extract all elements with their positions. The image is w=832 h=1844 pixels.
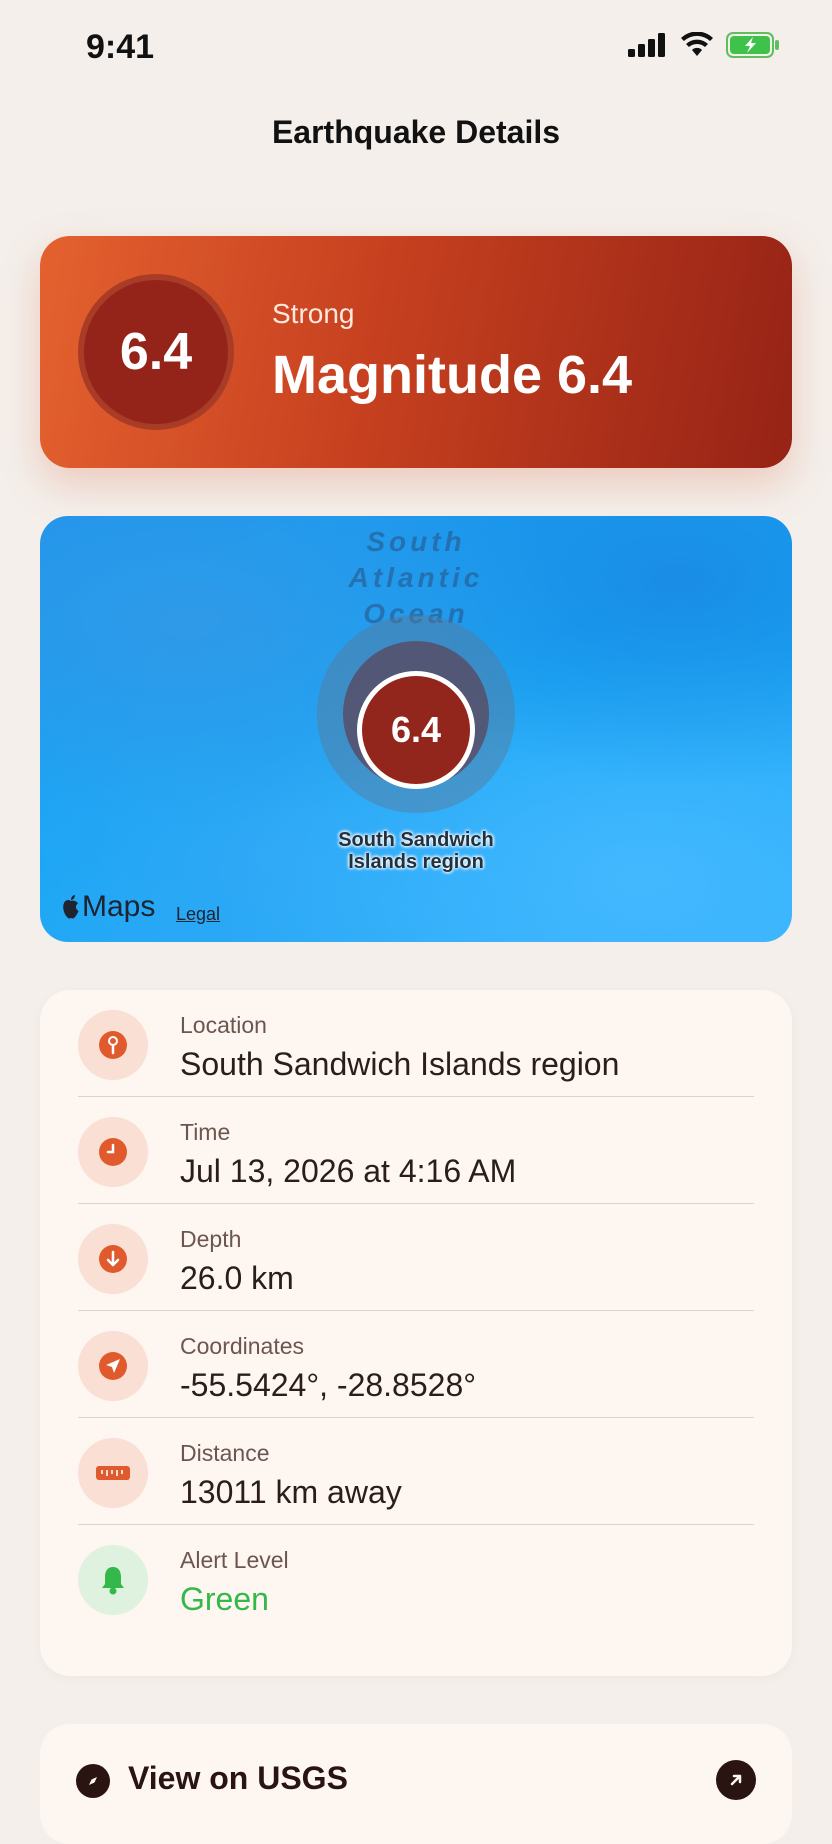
alert-level-value: Green [180,1581,269,1617]
detail-value: Jul 13, 2026 at 4:16 AM [180,1153,517,1189]
page-title: Earthquake Details [271,114,561,150]
detail-value: South Sandwich Islands region [180,1046,620,1082]
detail-label: Location [180,1012,267,1038]
earthquake-map[interactable]: South Atlantic Ocean 6.4 South Sandwich … [40,516,792,942]
magnitude-badge: 6.4 [78,274,234,430]
magnitude-title: Magnitude 6.4 [272,345,633,405]
battery-charging-icon [726,32,779,58]
detail-label: Alert Level [180,1547,289,1573]
apple-logo-icon [63,895,79,919]
location-pin-icon [78,1010,148,1080]
detail-label: Time [180,1119,231,1145]
legal-link[interactable]: Legal [176,904,220,925]
detail-label: Distance [180,1440,270,1466]
status-icons [628,32,780,58]
magnitude-card: 6.4 Strong Magnitude 6.4 [40,236,792,468]
compass-icon [76,1764,110,1798]
detail-row-alert-level: Alert Level Green [78,1525,754,1632]
maps-logo-text: Maps [82,890,156,923]
detail-value: 13011 km away [180,1474,402,1510]
detail-value: -55.5424°, -28.8528° [180,1367,477,1403]
wifi-icon [681,32,713,56]
detail-label: Depth [180,1226,242,1252]
maps-logo: Maps [60,890,155,924]
detail-value: 26.0 km [180,1260,294,1296]
detail-label: Coordinates [180,1333,305,1359]
intensity-label: Strong [272,298,355,329]
status-bar: 9:41 [0,0,832,96]
detail-row-coordinates: Coordinates -55.5424°, -28.8528° [78,1311,754,1418]
view-on-usgs-button[interactable]: View on USGS [40,1724,792,1844]
view-on-usgs-label: View on USGS [128,1760,348,1796]
detail-row-location: Location South Sandwich Islands region [78,990,754,1097]
external-link-arrow-icon [716,1760,756,1800]
bell-icon [78,1545,148,1615]
location-arrow-icon [78,1331,148,1401]
arrow-down-icon [78,1224,148,1294]
epicenter-pin[interactable]: 6.4 [357,671,475,789]
details-card: Location South Sandwich Islands region T… [40,990,792,1676]
detail-row-depth: Depth 26.0 km [78,1204,754,1311]
status-time: 9:41 [86,28,155,66]
epicenter-caption: South Sandwich Islands region [338,829,494,873]
detail-row-time: Time Jul 13, 2026 at 4:16 AM [78,1097,754,1204]
clock-icon [78,1117,148,1187]
detail-row-distance: Distance 13011 km away [78,1418,754,1525]
ruler-icon [78,1438,148,1508]
cellular-signal-icon [628,33,665,57]
